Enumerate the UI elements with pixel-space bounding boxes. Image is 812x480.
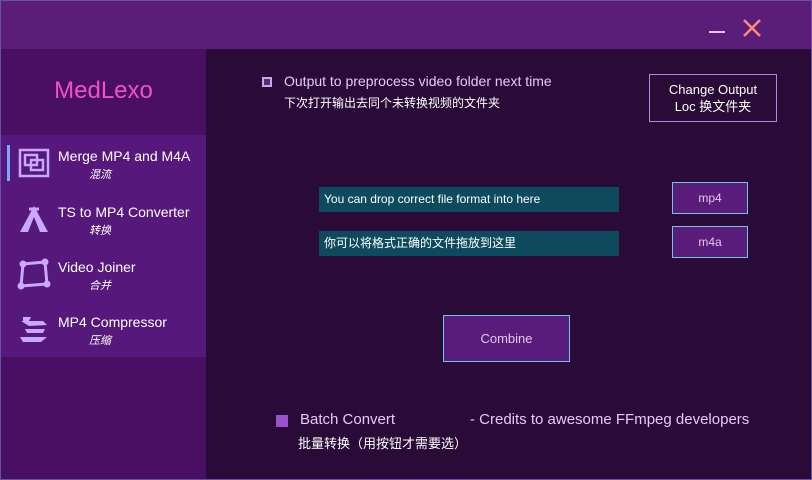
change-output-line2: Loc 换文件夹 bbox=[674, 99, 752, 114]
sidebar-item-ts-converter[interactable]: TS to MP4 Converter 转换 bbox=[1, 191, 206, 246]
sidebar-item-label: TS to MP4 Converter bbox=[58, 204, 190, 220]
sidebar-nav: Merge MP4 and M4A 混流 TS to MP4 Converter… bbox=[1, 135, 206, 357]
sidebar-item-label: Merge MP4 and M4A bbox=[58, 148, 191, 164]
output-folder-label-cn: 下次打开输出去同个未转换视频的文件夹 bbox=[284, 96, 501, 110]
sidebar: MedLexo Merge MP4 and M4A 混流 TS to MP4 C… bbox=[1, 49, 206, 479]
m4a-browse-button[interactable]: m4a bbox=[672, 226, 748, 258]
batch-convert-label: Batch Convert bbox=[300, 411, 396, 428]
sidebar-item-label: MP4 Compressor bbox=[58, 314, 167, 330]
joiner-icon bbox=[17, 258, 51, 290]
merge-icon bbox=[18, 148, 50, 178]
batch-convert-checkbox[interactable] bbox=[276, 415, 288, 427]
change-output-line1: Change Output bbox=[668, 82, 758, 97]
change-output-button[interactable]: Change Output Loc 换文件夹 bbox=[649, 74, 777, 122]
sidebar-item-sublabel: 转换 bbox=[89, 224, 111, 237]
app-window: MedLexo Merge MP4 and M4A 混流 TS to MP4 C… bbox=[0, 0, 812, 480]
sidebar-item-sublabel: 合并 bbox=[89, 279, 111, 292]
sidebar-item-merge[interactable]: Merge MP4 and M4A 混流 bbox=[1, 135, 206, 190]
title-bar[interactable] bbox=[1, 1, 811, 49]
sidebar-item-label: Video Joiner bbox=[58, 259, 136, 275]
sidebar-item-video-joiner[interactable]: Video Joiner 合并 bbox=[1, 246, 206, 301]
close-button[interactable] bbox=[741, 17, 763, 39]
output-folder-checkbox[interactable] bbox=[262, 77, 272, 87]
app-logo: MedLexo bbox=[54, 77, 153, 104]
sidebar-item-sublabel: 混流 bbox=[89, 168, 111, 181]
sidebar-item-compressor[interactable]: MP4 Compressor 压缩 bbox=[1, 301, 206, 356]
mp4-browse-button[interactable]: mp4 bbox=[672, 182, 748, 214]
active-indicator bbox=[7, 145, 10, 181]
checkbox-mark bbox=[264, 79, 270, 85]
mp4-drop-zone[interactable]: You can drop correct file format into he… bbox=[319, 187, 619, 212]
m4a-drop-zone[interactable]: 你可以将格式正确的文件拖放到这里 bbox=[319, 231, 619, 256]
batch-convert-label-cn: 批量转换（用按钮才需要选） bbox=[298, 437, 468, 452]
convert-icon bbox=[20, 206, 48, 232]
close-icon bbox=[743, 19, 761, 37]
sidebar-item-sublabel: 压缩 bbox=[89, 334, 111, 347]
main-panel: Output to preprocess video folder next t… bbox=[206, 49, 811, 479]
minimize-button[interactable] bbox=[707, 21, 727, 37]
compress-icon bbox=[20, 317, 47, 342]
output-folder-label: Output to preprocess video folder next t… bbox=[284, 73, 552, 89]
combine-button[interactable]: Combine bbox=[443, 315, 570, 362]
credits-text: - Credits to awesome FFmpeg developers bbox=[470, 411, 750, 428]
minimize-icon bbox=[709, 31, 725, 33]
